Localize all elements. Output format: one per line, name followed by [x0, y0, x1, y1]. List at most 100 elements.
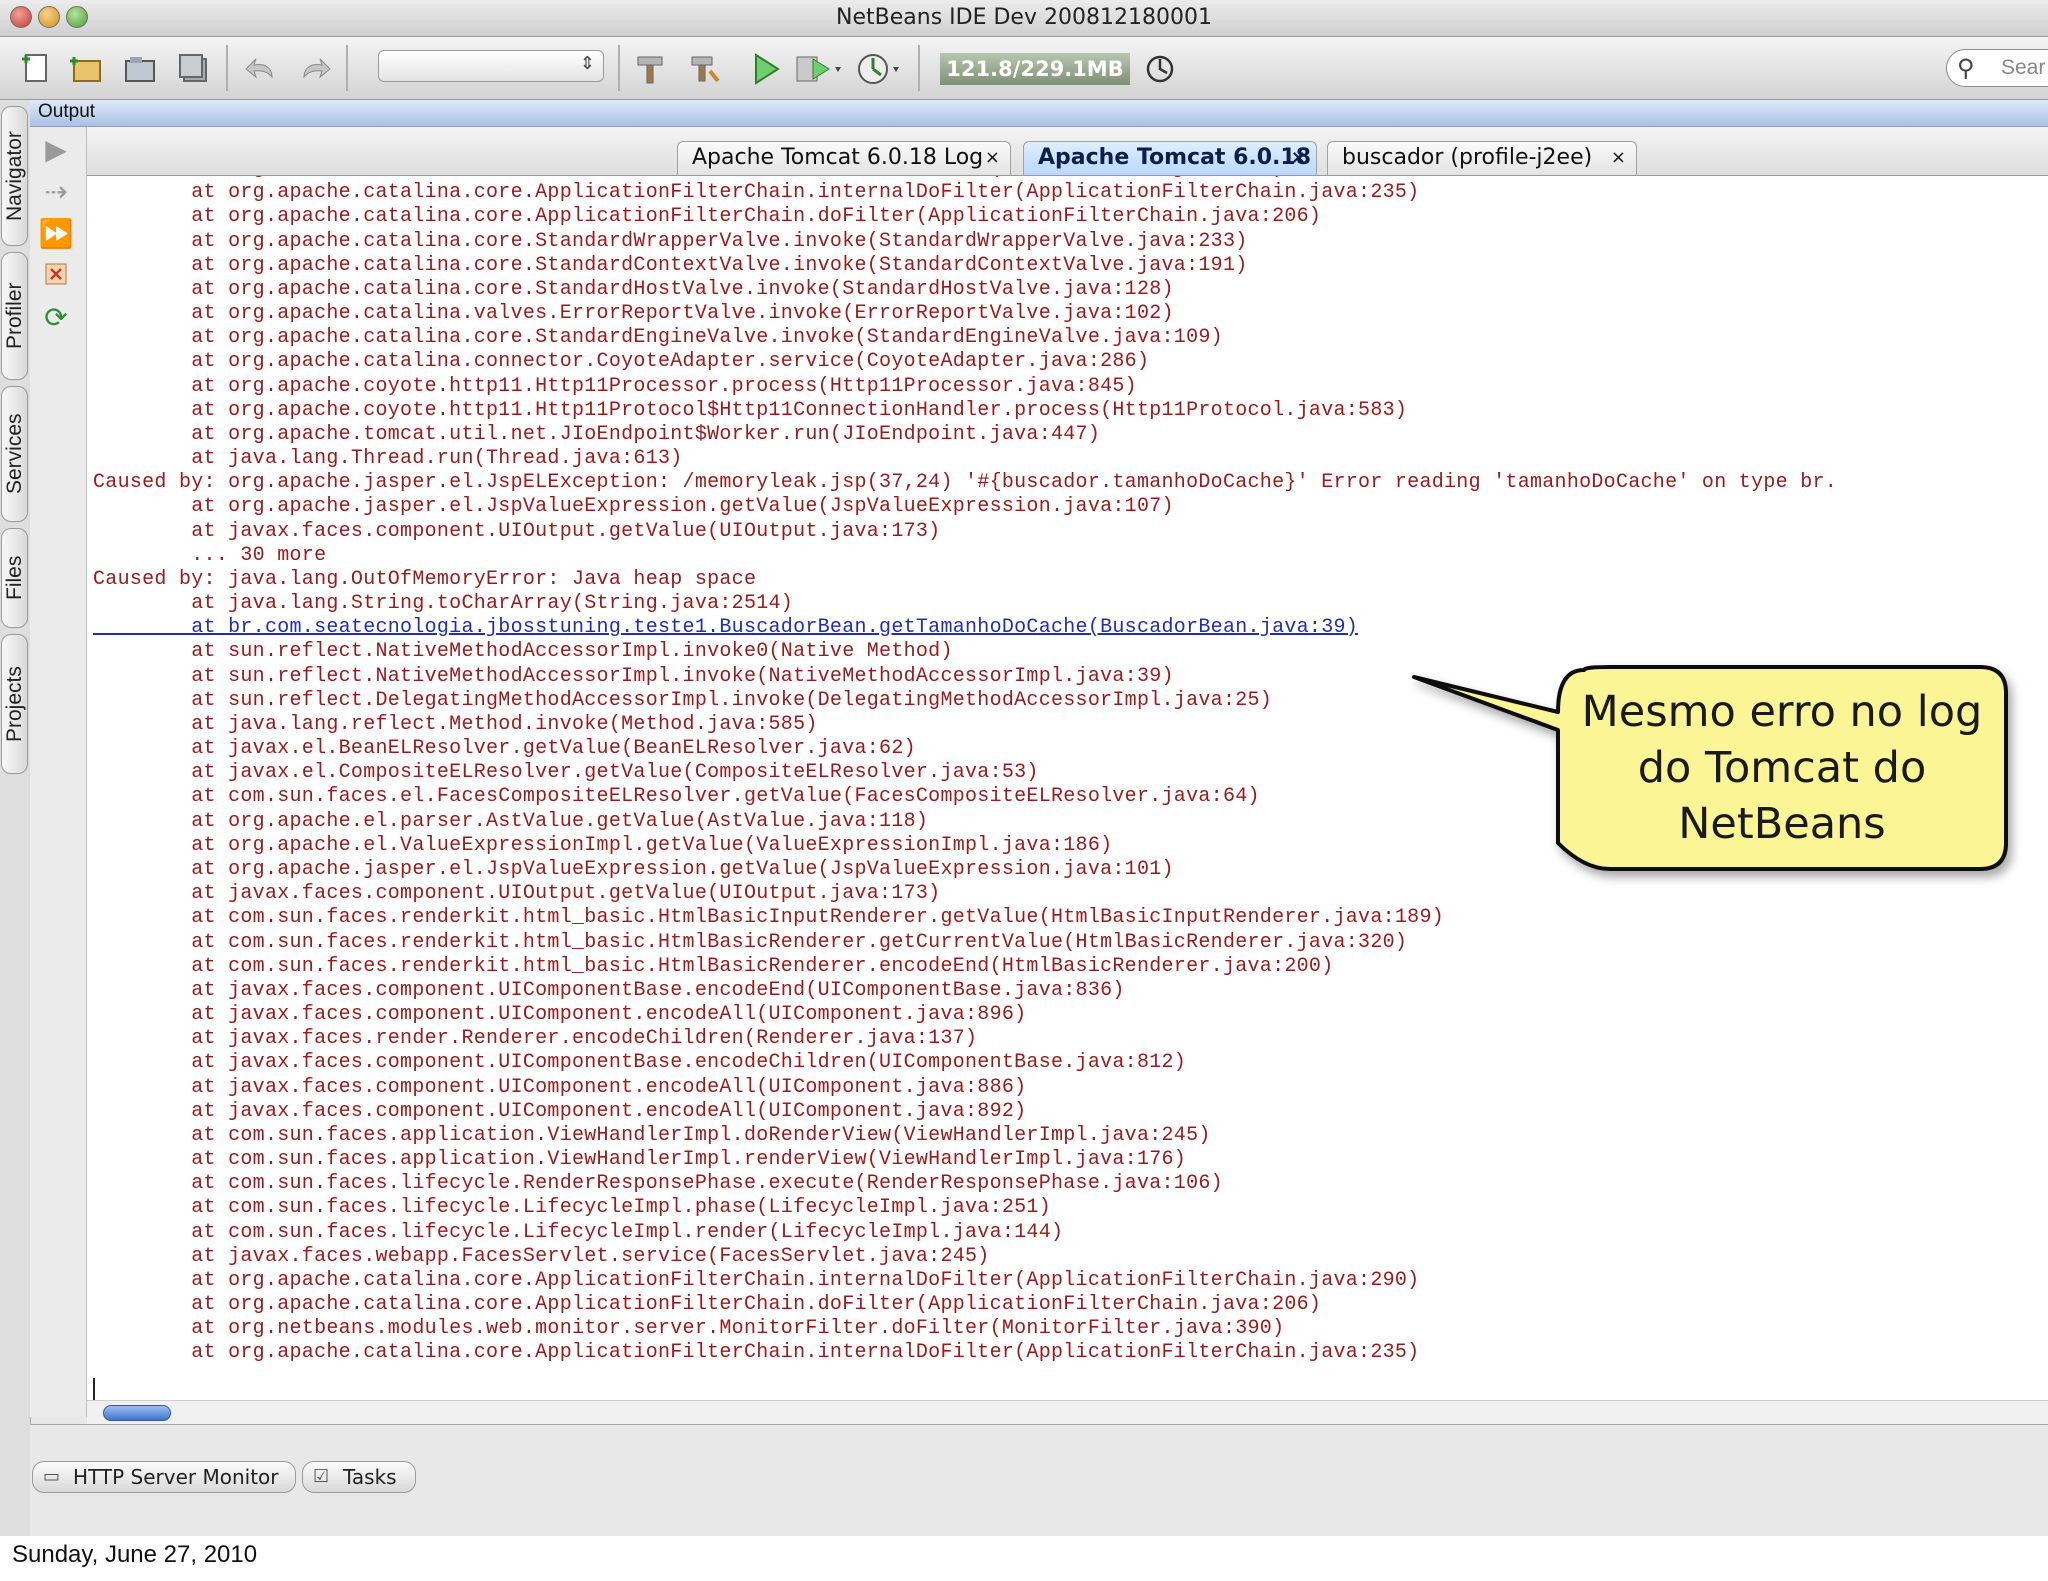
refresh-icon[interactable]: ⟳	[38, 303, 74, 333]
tab-tomcat-log[interactable]: Apache Tomcat 6.0.18 Log ×	[677, 141, 1011, 175]
log-line: at org.apache.catalina.core.ApplicationF…	[93, 1341, 1420, 1365]
log-line: Caused by: java.lang.OutOfMemoryError: J…	[93, 567, 757, 591]
toolbar-separator	[618, 45, 620, 91]
sidebar-tab-navigator[interactable]: Navigator	[1, 106, 28, 246]
new-project-icon[interactable]	[64, 49, 108, 89]
log-line: ... 30 more	[93, 543, 327, 567]
title-bar: NetBeans IDE Dev 200812180001	[0, 0, 2048, 37]
log-line: at com.sun.faces.renderkit.html_basic.Ht…	[93, 954, 1334, 978]
output-actions: ▶ ⇢ ⏩ ⟳	[30, 127, 87, 1417]
log-line: at com.sun.faces.lifecycle.LifecycleImpl…	[93, 1196, 1051, 1220]
log-line: at com.sun.faces.application.ViewHandler…	[93, 1123, 1211, 1147]
log-line: at org.apache.el.parser.AstValue.getValu…	[93, 809, 929, 833]
sidebar-tab-services[interactable]: Services	[1, 386, 28, 522]
log-line: at javax.faces.component.UIComponentBase…	[93, 1051, 1187, 1075]
log-line: at java.lang.String.toCharArray(String.j…	[93, 592, 794, 616]
log-line: at org.apache.jasper.el.JspValueExpressi…	[93, 495, 1174, 519]
main-toolbar: ⇕ 121.8/229.1MB ⚲ Sear	[0, 37, 2048, 100]
sidebar-tab-label: Files	[3, 555, 26, 601]
tasks-icon: ☑	[313, 1466, 330, 1487]
log-line: at javax.faces.component.UIComponent.enc…	[93, 1099, 1027, 1123]
left-sidebar: Navigator Profiler Services Files Projec…	[0, 100, 31, 1536]
profile-project-icon[interactable]	[852, 49, 908, 89]
sidebar-tab-projects[interactable]: Projects	[1, 634, 28, 774]
log-line: at com.sun.faces.el.FacesCompositeELReso…	[93, 785, 1260, 809]
step-forward-icon[interactable]: ⏩	[38, 219, 74, 249]
log-line: at org.apache.catalina.core.StandardEngi…	[93, 326, 1223, 350]
log-line: at javax.faces.component.UIOutput.getVal…	[93, 882, 941, 906]
log-line: at javax.el.BeanELResolver.getValue(Bean…	[93, 737, 916, 761]
log-line: at org.apache.catalina.connector.CoyoteA…	[93, 350, 1150, 374]
bottom-tab-label: HTTP Server Monitor	[73, 1465, 279, 1489]
log-line: Caused by: org.apache.jasper.el.JspELExc…	[93, 471, 1838, 495]
log-line: at org.apache.catalina.valves.ErrorRepor…	[93, 302, 1174, 326]
log-line: at org.apache.catalina.core.StandardHost…	[93, 277, 1174, 301]
build-hammer-icon[interactable]	[628, 49, 672, 89]
search-input[interactable]: ⚲ Sear	[1946, 49, 2048, 87]
close-icon[interactable]: ×	[1611, 142, 1626, 174]
bottom-panel: ▭ HTTP Server Monitor ☑ Tasks	[30, 1424, 2048, 1536]
search-icon: ⚲	[1957, 55, 1975, 82]
output-window-header[interactable]: Output	[30, 100, 2048, 127]
tab-label: Apache Tomcat 6.0.18 Log	[692, 145, 984, 170]
horizontal-scrollbar[interactable]	[87, 1400, 2048, 1425]
log-line: at com.sun.faces.lifecycle.LifecycleImpl…	[93, 1220, 1064, 1244]
log-line: at javax.faces.component.UIOutput.getVal…	[93, 519, 941, 543]
log-line: at java.lang.Thread.run(Thread.java:613)	[93, 447, 683, 471]
close-icon[interactable]: ×	[1291, 142, 1306, 174]
rerun-with-options-icon[interactable]: ⇢	[38, 177, 74, 207]
memory-usage-meter[interactable]: 121.8/229.1MB	[940, 53, 1130, 85]
bottom-tab-label: Tasks	[343, 1465, 397, 1489]
stack-trace-log: at org.netbeans.modules.web.monitor.serv…	[93, 176, 1838, 1366]
sidebar-tab-label: Navigator	[3, 131, 26, 221]
output-console[interactable]: at org.netbeans.modules.web.monitor.serv…	[87, 175, 2048, 1418]
log-line: at com.sun.faces.lifecycle.RenderRespons…	[93, 1172, 1223, 1196]
log-line: at javax.faces.component.UIComponent.enc…	[93, 1003, 1027, 1027]
log-line: at org.apache.catalina.core.ApplicationF…	[93, 181, 1420, 205]
date-stamp: Sunday, June 27, 2010	[12, 1541, 258, 1568]
tab-tasks[interactable]: ☑ Tasks	[302, 1461, 416, 1493]
log-line: at org.netbeans.modules.web.monitor.serv…	[93, 1317, 1285, 1341]
log-line: at javax.faces.component.UIComponentBase…	[93, 978, 1125, 1002]
log-line: at sun.reflect.NativeMethodAccessorImpl.…	[93, 640, 953, 664]
rerun-icon[interactable]: ▶	[38, 135, 74, 165]
log-line: at com.sun.faces.renderkit.html_basic.Ht…	[93, 906, 1445, 930]
log-line: at com.sun.faces.renderkit.html_basic.Ht…	[93, 930, 1408, 954]
close-icon[interactable]: ×	[985, 142, 1000, 174]
scrollbar-thumb[interactable]	[103, 1405, 171, 1421]
stop-icon[interactable]	[38, 261, 74, 291]
sidebar-tab-profiler[interactable]: Profiler	[1, 252, 28, 380]
new-file-icon[interactable]	[14, 49, 58, 89]
undo-icon[interactable]	[240, 49, 284, 89]
configuration-dropdown[interactable]: ⇕	[378, 50, 604, 82]
redo-icon[interactable]	[292, 49, 336, 89]
run-project-icon[interactable]	[744, 49, 788, 89]
tab-http-server-monitor[interactable]: ▭ HTTP Server Monitor	[32, 1461, 296, 1493]
log-line: at org.apache.coyote.http11.Http11Proces…	[93, 374, 1137, 398]
clean-build-icon[interactable]	[682, 49, 726, 89]
sidebar-tab-label: Profiler	[3, 282, 26, 350]
log-line: at javax.faces.component.UIComponent.enc…	[93, 1075, 1027, 1099]
monitor-icon: ▭	[43, 1466, 61, 1487]
save-all-icon[interactable]	[172, 49, 216, 89]
output-window-title: Output	[38, 101, 96, 122]
log-line: at org.apache.catalina.core.StandardCont…	[93, 253, 1248, 277]
toolbar-separator	[226, 45, 228, 91]
log-line: at org.apache.catalina.core.ApplicationF…	[93, 205, 1322, 229]
tab-tomcat-server[interactable]: Apache Tomcat 6.0.18 ×	[1023, 141, 1317, 175]
log-line: at org.apache.jasper.el.JspValueExpressi…	[93, 857, 1174, 881]
tab-buscador-profile[interactable]: buscador (profile-j2ee) ×	[1327, 141, 1637, 175]
source-link-line[interactable]: at br.com.seatecnologia.jbosstuning.test…	[93, 616, 1837, 640]
log-line: at javax.faces.render.Renderer.encodeChi…	[93, 1027, 978, 1051]
debug-project-icon[interactable]	[792, 49, 848, 89]
tab-label: buscador (profile-j2ee)	[1342, 145, 1593, 170]
log-line: at org.apache.coyote.http11.Http11Protoc…	[93, 398, 1408, 422]
toolbar-separator	[918, 45, 920, 91]
log-line: at org.apache.catalina.core.StandardWrap…	[93, 229, 1248, 253]
sidebar-tab-files[interactable]: Files	[1, 528, 28, 628]
open-project-icon[interactable]	[118, 49, 162, 89]
garbage-collect-icon[interactable]	[1140, 49, 1180, 89]
log-line: at sun.reflect.NativeMethodAccessorImpl.…	[93, 664, 1174, 688]
log-line: at sun.reflect.DelegatingMethodAccessorI…	[93, 688, 1273, 712]
log-line: at com.sun.faces.application.ViewHandler…	[93, 1148, 1187, 1172]
